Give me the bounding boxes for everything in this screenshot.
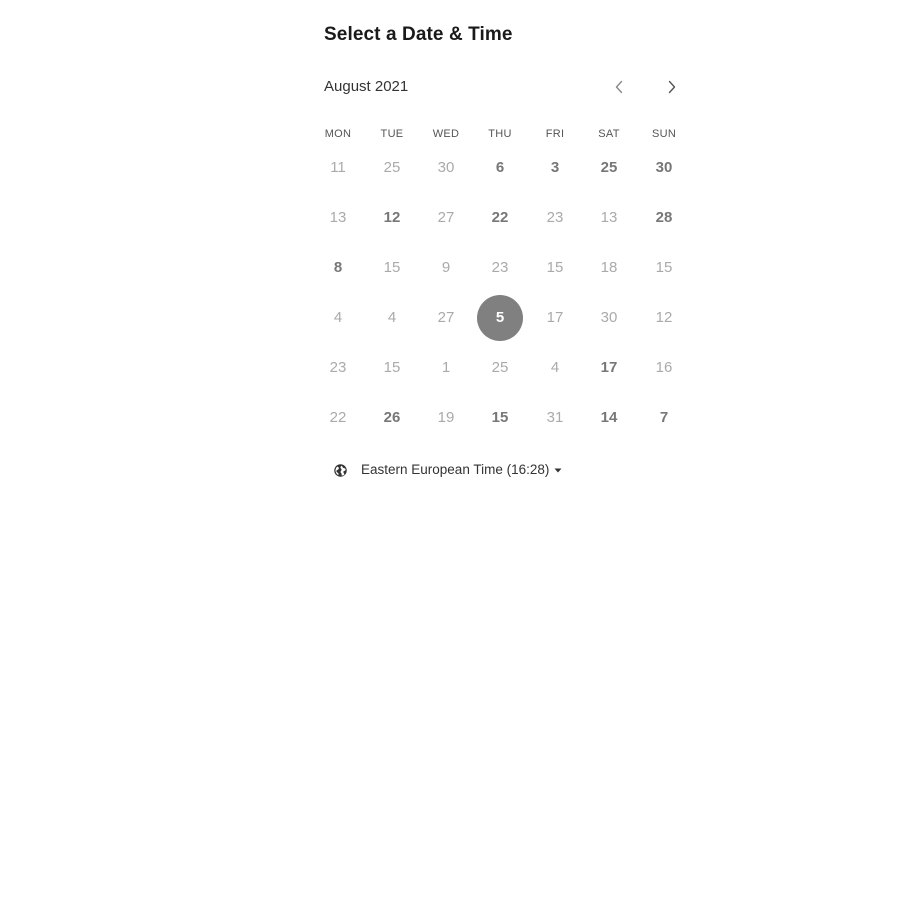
calendar-day: 25	[491, 359, 509, 376]
calendar-day: 4	[333, 309, 343, 326]
weekday-label-tue: TUE	[380, 128, 404, 140]
calendar-day: 31	[546, 409, 564, 426]
weekday-label-fri: FRI	[545, 128, 565, 140]
calendar-day[interactable]: 28	[641, 195, 687, 241]
calendar-day: 15	[383, 359, 401, 376]
month-label: August 2021	[324, 78, 409, 95]
calendar-day: 15	[383, 259, 401, 276]
calendar-day: 13	[329, 209, 347, 226]
calendar-day[interactable]: 22	[477, 195, 523, 241]
timezone-selector[interactable]: Eastern European Time (16:28)	[332, 460, 562, 480]
calendar-day[interactable]: 14	[586, 395, 632, 441]
calendar-day: 27	[437, 209, 455, 226]
calendar-day[interactable]: 6	[477, 145, 523, 191]
calendar-day: 23	[491, 259, 509, 276]
weekday-label-mon: MON	[324, 128, 352, 140]
weekday-label-sun: SUN	[651, 128, 677, 140]
timezone-label: Eastern European Time (16:28)	[361, 462, 550, 477]
calendar-day-selected[interactable]: 5	[477, 295, 523, 341]
calendar-day[interactable]: 7	[641, 395, 687, 441]
weekday-label-wed: WED	[432, 128, 460, 140]
next-month-button[interactable]	[661, 76, 683, 98]
calendar-day: 15	[546, 259, 564, 276]
calendar-day: 16	[655, 359, 673, 376]
calendar-day: 25	[383, 159, 401, 176]
calendar-day: 30	[437, 159, 455, 176]
calendar-day: 18	[600, 259, 618, 276]
calendar-day: 27	[437, 309, 455, 326]
calendar-day: 11	[330, 159, 346, 176]
chevron-right-icon	[667, 80, 677, 94]
calendar-day: 12	[655, 309, 673, 326]
calendar-day: 15	[655, 259, 673, 276]
calendar-day: 1	[441, 359, 451, 376]
calendar-day: 22	[329, 409, 347, 426]
calendar-day: 19	[437, 409, 455, 426]
calendar-day: 13	[600, 209, 618, 226]
caret-down-icon	[554, 468, 562, 473]
chevron-left-icon	[614, 80, 624, 94]
calendar-day: 17	[546, 309, 564, 326]
calendar-day[interactable]: 25	[586, 145, 632, 191]
calendar-day: 4	[550, 359, 560, 376]
calendar-day[interactable]: 8	[315, 245, 361, 291]
weekday-header-row: MON TUE WED THU FRI SAT SUN	[310, 127, 690, 141]
scheduler-page: Select a Date & Time August 2021 MON TUE W…	[0, 0, 900, 900]
weekday-label-sat: SAT	[598, 128, 620, 140]
weekday-label-thu: THU	[488, 128, 512, 140]
calendar-day: 23	[546, 209, 564, 226]
calendar-day[interactable]: 15	[477, 395, 523, 441]
page-title: Select a Date & Time	[324, 24, 513, 45]
previous-month-button[interactable]	[608, 76, 630, 98]
calendar-day: 23	[329, 359, 347, 376]
calendar-day: 30	[600, 309, 618, 326]
calendar-day[interactable]: 30	[641, 145, 687, 191]
calendar-day-grid: 11 25 30 6 3 25 30 13 12 27 22 23 13 28 8 15 9 23 15 18 15 4 4…	[310, 143, 690, 443]
calendar-day[interactable]: 17	[586, 345, 632, 391]
calendar-day: 9	[441, 259, 451, 276]
globe-icon	[332, 462, 349, 479]
calendar-day[interactable]: 26	[369, 395, 415, 441]
calendar-day[interactable]: 12	[369, 195, 415, 241]
calendar-day[interactable]: 3	[532, 145, 578, 191]
calendar-day: 4	[387, 309, 397, 326]
